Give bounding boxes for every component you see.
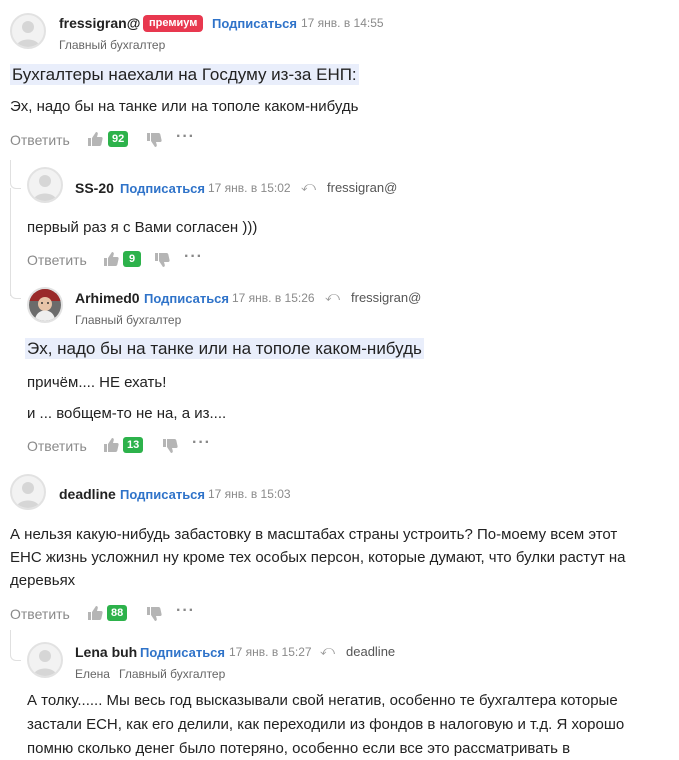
author-role: Главный бухгалтер	[59, 38, 166, 52]
thread-line	[10, 270, 21, 299]
comment-time: 17 янв. в 15:27	[229, 645, 312, 659]
subscribe-button[interactable]: Подписаться	[140, 645, 225, 660]
comment-text: деревьях	[10, 572, 76, 589]
reply-arrow-icon: ⤺	[325, 288, 340, 304]
reply-button[interactable]: Ответить	[10, 132, 70, 148]
comment-text: ЕНС жизнь усложнил ну кроме тех особых п…	[10, 549, 626, 566]
author-role: Главный бухгалтер	[75, 313, 182, 327]
comment-time: 17 янв. в 15:26	[232, 291, 315, 305]
like-count: 88	[107, 605, 128, 621]
more-dots-icon[interactable]: ···	[176, 602, 195, 620]
reply-button[interactable]: Ответить	[10, 606, 70, 622]
thumbs-down-icon[interactable]	[154, 252, 170, 268]
reply-to-author[interactable]: deadline	[346, 644, 395, 659]
more-dots-icon[interactable]: ···	[176, 128, 195, 146]
thread-line	[10, 160, 21, 189]
comment-quote: Эх, надо бы на танке или на тополе каком…	[25, 338, 424, 359]
author-name[interactable]: fressigran@	[59, 15, 140, 31]
comment-quote: Бухгалтеры наехали на Госдуму из-за ЕНП:	[10, 64, 359, 85]
avatar[interactable]	[27, 287, 63, 323]
avatar[interactable]	[27, 167, 63, 203]
thumbs-down-icon[interactable]	[162, 438, 178, 454]
thumbs-down-icon[interactable]	[146, 132, 162, 148]
comment-text: и ... вобщем-то не на, а из....	[27, 405, 227, 422]
subscribe-button[interactable]: Подписаться	[144, 291, 229, 306]
comment-text: первый раз я с Вами согласен )))	[27, 219, 258, 236]
comment-time: 17 янв. в 15:03	[208, 487, 291, 501]
like-count: 92	[108, 131, 129, 147]
more-dots-icon[interactable]: ···	[192, 434, 211, 452]
like-count: 9	[123, 251, 141, 267]
comment-text: А нельзя какую-нибудь забастовку в масшт…	[10, 526, 618, 543]
author-name[interactable]: Lena buh	[75, 644, 137, 660]
comment-text: Эх, надо бы на танке или на тополе каком…	[10, 98, 359, 115]
thumbs-up-icon[interactable]	[87, 605, 103, 621]
avatar[interactable]	[10, 13, 46, 49]
avatar[interactable]	[10, 474, 46, 510]
comment-text: застали ЕСН, как его делили, как переход…	[27, 716, 625, 733]
thumbs-down-icon[interactable]	[146, 606, 162, 622]
comment-text: помню сколько денег было потеряно, особе…	[27, 740, 571, 757]
subscribe-button[interactable]: Подписаться	[120, 487, 205, 502]
reply-to-author[interactable]: fressigran@	[327, 180, 397, 195]
avatar[interactable]	[27, 642, 63, 678]
reply-button[interactable]: Ответить	[27, 252, 87, 268]
reply-button[interactable]: Ответить	[27, 438, 87, 454]
comment-text: А толку...... Мы весь год высказывали св…	[27, 692, 618, 709]
premium-badge: премиум	[143, 15, 204, 32]
like-count: 13	[123, 437, 144, 453]
comment-time: 17 янв. в 14:55	[301, 16, 384, 30]
reply-arrow-icon: ⤺	[301, 178, 316, 194]
thumbs-up-icon[interactable]	[87, 131, 103, 147]
reply-arrow-icon: ⤺	[320, 642, 335, 658]
thumbs-up-icon[interactable]	[103, 437, 119, 453]
author-name[interactable]: deadline	[59, 486, 116, 502]
author-name[interactable]: Arhimed0	[75, 290, 140, 306]
author-name[interactable]: SS-20	[75, 180, 114, 196]
thumbs-up-icon[interactable]	[103, 251, 119, 267]
reply-to-author[interactable]: fressigran@	[351, 290, 421, 305]
author-real-name: Елена	[75, 667, 110, 681]
thread-line	[10, 630, 21, 661]
more-dots-icon[interactable]: ···	[184, 248, 203, 266]
author-role: Главный бухгалтер	[119, 667, 226, 681]
comment-text: причём.... НЕ ехать!	[27, 374, 167, 391]
subscribe-button[interactable]: Подписаться	[212, 16, 297, 31]
comment-time: 17 янв. в 15:02	[208, 181, 291, 195]
subscribe-button[interactable]: Подписаться	[120, 181, 205, 196]
